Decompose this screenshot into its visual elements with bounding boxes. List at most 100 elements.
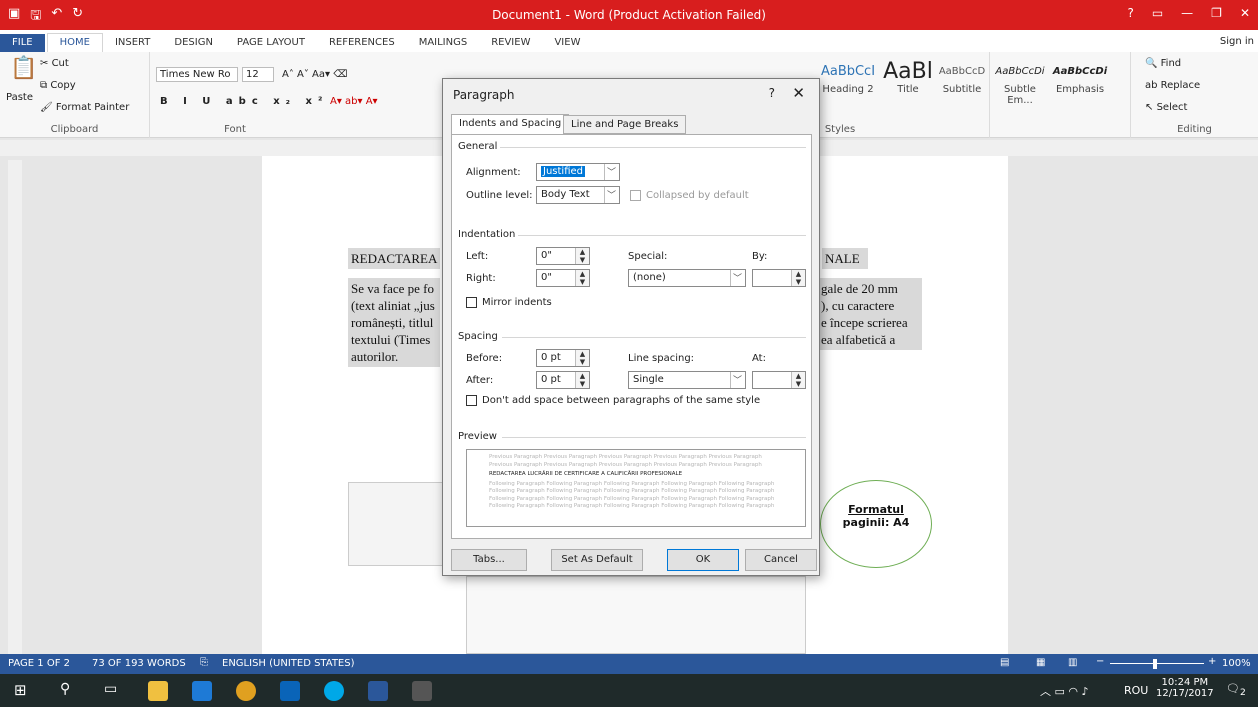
spinner-icon[interactable]: ▲ ▼ (791, 372, 805, 388)
zoom-slider-handle[interactable] (1153, 659, 1157, 669)
restore-icon[interactable]: ❐ (1211, 6, 1222, 20)
doc-heading-right: NALE (822, 248, 868, 269)
clipboard-label: Clipboard (50, 124, 99, 135)
ribbon-display-icon[interactable]: ▭ (1152, 6, 1163, 20)
before-input[interactable]: 0 pt ▲ ▼ (536, 349, 590, 367)
read-mode-icon[interactable]: ▤ (1000, 657, 1009, 668)
clock[interactable]: 10:24 PM 12/17/2017 (1156, 677, 1214, 699)
proofing-icon[interactable]: ⎘ (200, 657, 208, 668)
ok-button[interactable]: OK (667, 549, 739, 571)
cut-button[interactable]: ✂ Cut (40, 58, 69, 69)
replace-button[interactable]: ab Replace (1145, 80, 1200, 91)
after-input[interactable]: 0 pt ▲ ▼ (536, 371, 590, 389)
zoom-out-icon[interactable]: − (1096, 656, 1104, 667)
windows-start-icon[interactable]: ⊞ (14, 681, 27, 699)
print-layout-icon[interactable]: ▦ (1036, 657, 1045, 668)
tab-indents-spacing[interactable]: Indents and Spacing (451, 114, 570, 135)
right-indent-label: Right: (466, 273, 496, 284)
tab-mailings[interactable]: MAILINGS (407, 34, 480, 52)
select-button[interactable]: ↖ Select (1145, 102, 1187, 113)
style-title[interactable]: AaBl Title (880, 60, 936, 108)
doc-heading-left: REDACTAREA (348, 248, 441, 269)
vertical-ruler[interactable] (8, 160, 22, 654)
language-status[interactable]: ENGLISH (UNITED STATES) (222, 658, 355, 669)
tab-view[interactable]: VIEW (542, 34, 592, 52)
edge-icon[interactable] (192, 681, 212, 701)
tab-page-layout[interactable]: PAGE LAYOUT (225, 34, 317, 52)
before-label: Before: (466, 353, 503, 364)
spinner-icon[interactable]: ▲ ▼ (575, 350, 589, 366)
style-emphasis[interactable]: AaBbCcDi Emphasis (1052, 60, 1108, 108)
paste-icon[interactable]: 📋 (10, 56, 37, 81)
tab-file[interactable]: FILE (0, 34, 45, 52)
spinner-icon[interactable]: ▲ ▼ (575, 372, 589, 388)
style-heading-2[interactable]: AaBbCcI Heading 2 (820, 60, 876, 108)
sign-in-link[interactable]: Sign in (1220, 36, 1254, 47)
outline-level-select[interactable]: Body Text ﹀ (536, 186, 620, 204)
notification-icon[interactable]: 🗨2 (1226, 682, 1246, 698)
font-name-box[interactable]: Times New Ro (156, 67, 238, 82)
format-painter-button[interactable]: 🖌 Format Painter (40, 102, 129, 113)
dont-add-space-checkbox[interactable] (466, 395, 477, 406)
special-select[interactable]: (none) ﹀ (628, 269, 746, 287)
line-spacing-select[interactable]: Single ﹀ (628, 371, 746, 389)
search-icon[interactable]: ⚲ (60, 681, 70, 697)
calculator-icon[interactable] (412, 681, 432, 701)
spinner-icon[interactable]: ▲ ▼ (791, 270, 805, 286)
input-language[interactable]: ROU (1124, 684, 1148, 697)
dialog-close-button[interactable]: ✕ (792, 84, 805, 102)
spinner-icon[interactable]: ▲ ▼ (575, 270, 589, 286)
by-input[interactable]: ▲ ▼ (752, 269, 806, 287)
tabs-button[interactable]: Tabs... (451, 549, 527, 571)
font-size-buttons[interactable]: A˄ A˅ Aa▾ ⌫ (282, 69, 347, 80)
tab-insert[interactable]: INSERT (103, 34, 162, 52)
task-view-icon[interactable]: ▭ (104, 681, 117, 697)
left-indent-input[interactable]: 0" ▲ ▼ (536, 247, 590, 265)
chrome-icon[interactable] (236, 681, 256, 701)
mirror-indents-checkbox[interactable] (466, 297, 477, 308)
page-count[interactable]: PAGE 1 OF 2 (8, 658, 70, 669)
font-color-buttons[interactable]: A▾ ab▾ A▾ (330, 96, 378, 107)
tab-line-page-breaks[interactable]: Line and Page Breaks (563, 115, 687, 134)
word-taskbar-icon[interactable] (368, 681, 388, 701)
at-input[interactable]: ▲ ▼ (752, 371, 806, 389)
set-as-default-button[interactable]: Set As Default (551, 549, 643, 571)
style-subtitle[interactable]: AaBbCcD Subtitle (934, 60, 990, 108)
copy-button[interactable]: ⧉ Copy (40, 80, 76, 91)
file-explorer-icon[interactable] (148, 681, 168, 701)
preview-box: Previous Paragraph Previous Paragraph Pr… (466, 449, 806, 527)
paste-button[interactable]: Paste (6, 92, 33, 103)
tab-references[interactable]: REFERENCES (317, 34, 407, 52)
outlook-icon[interactable] (280, 681, 300, 701)
find-button[interactable]: 🔍 Find (1145, 58, 1181, 69)
word-count[interactable]: 73 OF 193 WORDS (92, 658, 186, 669)
style-subtle-emphasis[interactable]: AaBbCcDi Subtle Em... (992, 60, 1048, 108)
spinner-icon[interactable]: ▲ ▼ (575, 248, 589, 264)
font-format-buttons[interactable]: B I U abc x₂ x² (160, 96, 328, 107)
alignment-label: Alignment: (466, 167, 521, 178)
skype-icon[interactable] (324, 681, 344, 701)
web-layout-icon[interactable]: ▥ (1068, 657, 1077, 668)
status-bar: PAGE 1 OF 2 73 OF 193 WORDS ⎘ ENGLISH (U… (0, 654, 1258, 674)
close-icon[interactable]: ✕ (1240, 6, 1250, 20)
tray-icons[interactable]: ︿ ▭ ◠ ♪ (1040, 683, 1089, 699)
font-size-box[interactable]: 12 (242, 67, 274, 82)
zoom-slider[interactable] (1110, 663, 1204, 664)
alignment-select[interactable]: Justified ﹀ (536, 163, 620, 181)
cancel-button[interactable]: Cancel (745, 549, 817, 571)
left-indent-label: Left: (466, 251, 489, 262)
tab-home[interactable]: HOME (46, 33, 103, 52)
dont-add-space-label: Don't add space between paragraphs of th… (482, 395, 761, 406)
collapsed-checkbox[interactable] (630, 190, 641, 201)
minimize-icon[interactable]: — (1181, 6, 1193, 20)
dialog-help-button[interactable]: ? (769, 86, 775, 100)
help-icon[interactable]: ? (1127, 6, 1133, 20)
tab-design[interactable]: DESIGN (162, 34, 225, 52)
outline-level-label: Outline level: (466, 190, 533, 201)
line-spacing-label: Line spacing: (628, 353, 695, 364)
zoom-in-icon[interactable]: + (1208, 656, 1216, 667)
right-indent-input[interactable]: 0" ▲ ▼ (536, 269, 590, 287)
zoom-level[interactable]: 100% (1222, 658, 1251, 669)
tab-review[interactable]: REVIEW (479, 34, 542, 52)
clipboard-group: 📋 Paste ✂ Cut ⧉ Copy 🖌 Format Painter Cl… (0, 52, 150, 138)
